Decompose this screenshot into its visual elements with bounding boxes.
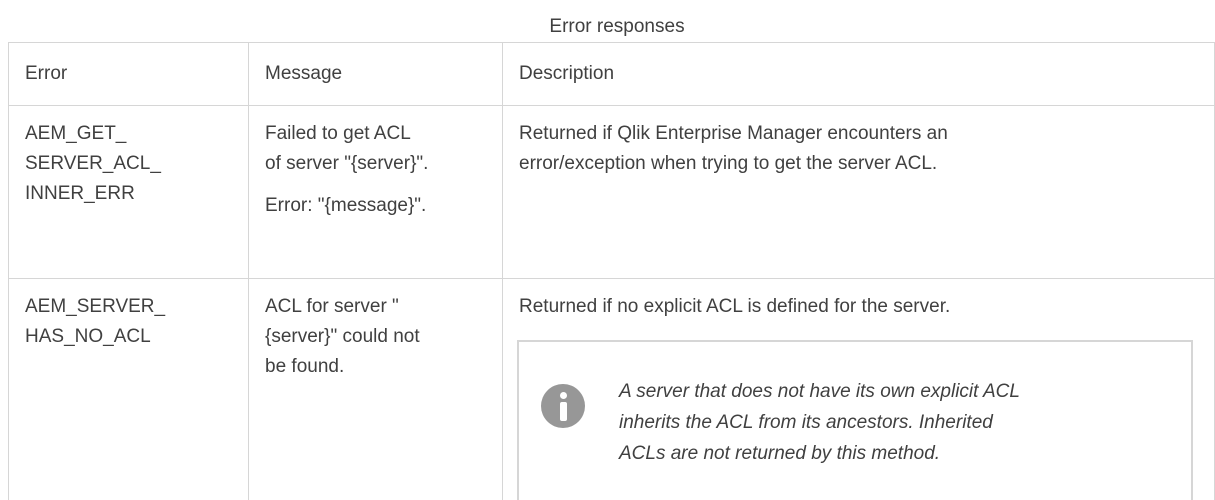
error-code-line: INNER_ERR: [25, 183, 135, 204]
message-line: of server "{server}".: [265, 153, 429, 174]
note-text: A server that does not have its own expl…: [619, 376, 1179, 469]
column-header-error: Error: [8, 42, 249, 106]
message-extra: Error: "{message}".: [265, 195, 427, 216]
message-cell: Failed to get ACL of server "{server}". …: [248, 105, 503, 279]
note-line: ACLs are not returned by this method.: [619, 443, 941, 464]
error-code-line: HAS_NO_ACL: [25, 326, 151, 347]
message-cell: ACL for server " {server}" could not be …: [248, 278, 503, 500]
description-line: error/exception when trying to get the s…: [519, 153, 938, 174]
description-line: Returned if no explicit ACL is defined f…: [519, 296, 951, 317]
message-line: ACL for server ": [265, 296, 399, 317]
message-line: {server}" could not: [265, 326, 420, 347]
error-responses-table: Error Message Description AEM_GET_ SERVE…: [8, 42, 1215, 500]
info-note: A server that does not have its own expl…: [517, 340, 1193, 500]
error-code-cell: AEM_SERVER_ HAS_NO_ACL: [8, 278, 249, 500]
column-header-description: Description: [502, 42, 1215, 106]
note-line: A server that does not have its own expl…: [619, 381, 1020, 402]
error-code-line: AEM_SERVER_: [25, 296, 166, 317]
table-header-row: Error Message Description: [8, 42, 1215, 106]
table-row: AEM_GET_ SERVER_ACL_ INNER_ERR Failed to…: [8, 105, 1215, 279]
info-icon: [541, 384, 585, 428]
description-cell: Returned if no explicit ACL is defined f…: [502, 278, 1215, 500]
table-row: AEM_SERVER_ HAS_NO_ACL ACL for server " …: [8, 278, 1215, 500]
description-line: Returned if Qlik Enterprise Manager enco…: [519, 123, 948, 144]
column-header-message: Message: [248, 42, 503, 106]
error-code-line: SERVER_ACL_: [25, 153, 161, 174]
error-code-cell: AEM_GET_ SERVER_ACL_ INNER_ERR: [8, 105, 249, 279]
description-cell: Returned if Qlik Enterprise Manager enco…: [502, 105, 1215, 279]
error-code-line: AEM_GET_: [25, 123, 127, 144]
page: Error responses Error Message Descriptio…: [0, 0, 1215, 500]
table-caption: Error responses: [549, 16, 685, 37]
note-line: inherits the ACL from its ancestors. Inh…: [619, 412, 993, 433]
message-line: be found.: [265, 356, 345, 377]
message-line: Failed to get ACL: [265, 123, 411, 144]
